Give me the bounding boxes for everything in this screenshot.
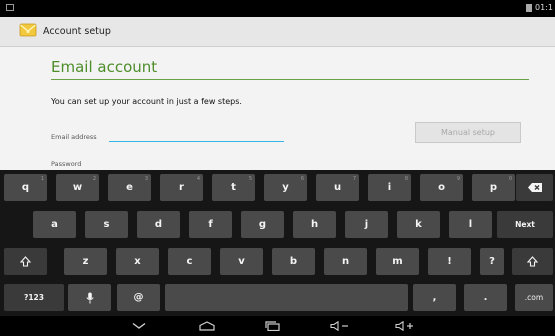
key-z[interactable]: z <box>64 248 107 275</box>
key-w[interactable]: w2 <box>56 174 99 201</box>
next-key[interactable]: Next <box>497 211 553 238</box>
key-b[interactable]: b <box>272 248 315 275</box>
status-time: 01:1 <box>535 3 553 12</box>
volume-up-button[interactable] <box>390 318 420 334</box>
key-f[interactable]: f <box>189 211 232 238</box>
key-e[interactable]: e3 <box>108 174 151 201</box>
email-field[interactable] <box>109 127 284 142</box>
key-m[interactable]: m <box>376 248 419 275</box>
symbols-key[interactable]: ?123 <box>4 284 64 311</box>
action-bar-title: Account setup <box>43 26 111 37</box>
soft-keyboard: q1 w2 e3 r4 t5 y6 u7 i8 o9 p0 a s d f g … <box>0 170 555 316</box>
setup-form: Email account You can set up your accoun… <box>0 47 555 170</box>
title-divider <box>51 79 529 80</box>
volume-up-icon <box>395 321 413 331</box>
key-s[interactable]: s <box>85 211 128 238</box>
voice-input-key[interactable] <box>68 284 111 311</box>
key-r[interactable]: r4 <box>160 174 203 201</box>
key-question[interactable]: ? <box>480 248 504 275</box>
volume-down-icon <box>330 321 348 331</box>
key-u[interactable]: u7 <box>316 174 359 201</box>
page-title: Email account <box>51 58 158 76</box>
key-t[interactable]: t5 <box>212 174 255 201</box>
hide-keyboard-button[interactable] <box>124 318 154 334</box>
key-o[interactable]: o9 <box>420 174 463 201</box>
recent-apps-button[interactable] <box>258 318 288 334</box>
key-at[interactable]: @ <box>117 284 160 311</box>
key-g[interactable]: g <box>241 211 284 238</box>
key-i[interactable]: i8 <box>368 174 411 201</box>
shift-key-right[interactable] <box>512 248 553 275</box>
shift-key-left[interactable] <box>4 248 47 275</box>
key-a[interactable]: a <box>33 211 76 238</box>
key-x[interactable]: x <box>116 248 159 275</box>
password-label: Password <box>51 160 82 168</box>
backspace-icon <box>527 183 542 192</box>
key-exclamation[interactable]: ! <box>428 248 471 275</box>
key-v[interactable]: v <box>220 248 263 275</box>
dotcom-key[interactable]: .com <box>515 284 553 311</box>
key-h[interactable]: h <box>293 211 336 238</box>
notification-icon <box>6 4 14 11</box>
key-period[interactable]: . <box>464 284 507 311</box>
home-button[interactable] <box>192 318 222 334</box>
intro-text: You can set up your account in just a fe… <box>51 97 242 106</box>
home-icon <box>199 321 215 331</box>
email-app-icon <box>19 21 37 39</box>
status-bar: 01:1 <box>0 0 555 17</box>
key-d[interactable]: d <box>137 211 180 238</box>
shift-icon <box>527 256 538 267</box>
microphone-icon <box>85 292 94 303</box>
key-l[interactable]: l <box>449 211 492 238</box>
key-p[interactable]: p0 <box>472 174 515 201</box>
email-label: Email address <box>51 133 97 141</box>
key-c[interactable]: c <box>168 248 211 275</box>
recent-apps-icon <box>265 321 280 331</box>
space-key[interactable] <box>165 284 408 311</box>
backspace-key[interactable] <box>516 174 553 201</box>
chevron-down-icon <box>132 322 146 329</box>
manual-setup-button[interactable]: Manual setup <box>415 122 521 143</box>
shift-icon <box>20 256 31 267</box>
key-j[interactable]: j <box>345 211 388 238</box>
key-k[interactable]: k <box>397 211 440 238</box>
key-comma[interactable]: , <box>413 284 456 311</box>
volume-down-button[interactable] <box>325 318 355 334</box>
action-bar: Account setup <box>0 17 555 47</box>
battery-icon <box>526 3 533 12</box>
key-y[interactable]: y6 <box>264 174 307 201</box>
key-q[interactable]: q1 <box>4 174 47 201</box>
key-n[interactable]: n <box>324 248 367 275</box>
system-navigation-bar <box>0 316 555 336</box>
